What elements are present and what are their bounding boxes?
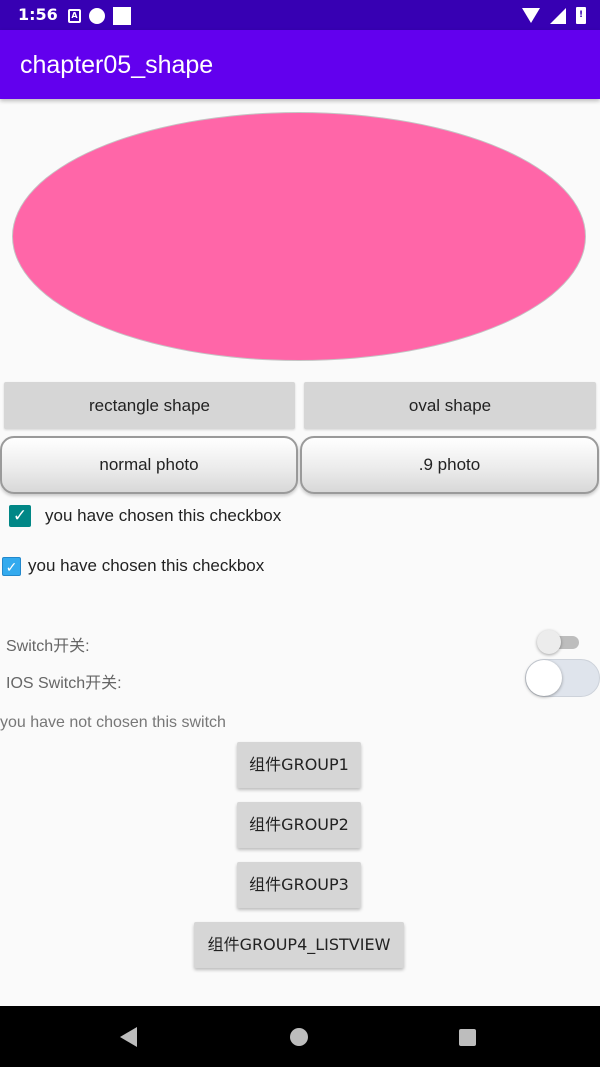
a-letter-icon: A [68, 9, 81, 23]
switch-status-text: you have not chosen this switch [0, 714, 226, 731]
back-icon[interactable] [120, 1027, 137, 1047]
checkbox-row-2[interactable]: ✓ you have chosen this checkbox [2, 556, 264, 576]
material-switch[interactable] [537, 630, 581, 654]
navigation-bar [0, 1006, 600, 1067]
nine-patch-photo-button[interactable]: .9 photo [300, 436, 599, 494]
checkbox-1-label: you have chosen this checkbox [45, 506, 282, 525]
group1-button[interactable]: 组件GROUP1 [237, 742, 361, 788]
checkbox-2[interactable]: ✓ [2, 556, 21, 576]
wifi-icon [522, 8, 540, 23]
app-title: chapter05_shape [20, 51, 214, 79]
signal-icon [550, 7, 566, 24]
app-bar: chapter05_shape [0, 30, 600, 99]
group4-listview-button[interactable]: 组件GROUP4_LISTVIEW [194, 922, 404, 968]
recents-icon[interactable] [459, 1029, 476, 1046]
group2-button[interactable]: 组件GROUP2 [237, 802, 361, 848]
battery-icon: ! [576, 7, 586, 24]
status-right-icons: ! [522, 7, 586, 24]
switch-thumb [537, 630, 561, 654]
ios-switch-thumb [526, 660, 562, 696]
group3-button[interactable]: 组件GROUP3 [237, 862, 361, 908]
rectangle-shape-button[interactable]: rectangle shape [4, 382, 295, 429]
checkbox-1[interactable]: ✓ [9, 505, 31, 527]
ios-switch[interactable] [525, 659, 600, 697]
status-time: 1:56 [18, 5, 58, 24]
home-icon[interactable] [290, 1028, 308, 1046]
ios-switch-label: IOS Switch开关: [6, 675, 122, 692]
status-left-icons: A [68, 7, 131, 25]
oval-shape-preview [12, 112, 586, 361]
square-icon [113, 7, 131, 25]
oval-shape-button[interactable]: oval shape [304, 382, 596, 429]
normal-photo-button[interactable]: normal photo [0, 436, 298, 494]
circle-dot-icon [89, 8, 105, 24]
checkbox-2-label: you have chosen this checkbox [28, 556, 265, 575]
status-bar: 1:56 A ! [0, 0, 600, 30]
switch-label: Switch开关: [6, 638, 90, 655]
checkbox-row-1[interactable]: ✓ you have chosen this checkbox [9, 505, 281, 527]
